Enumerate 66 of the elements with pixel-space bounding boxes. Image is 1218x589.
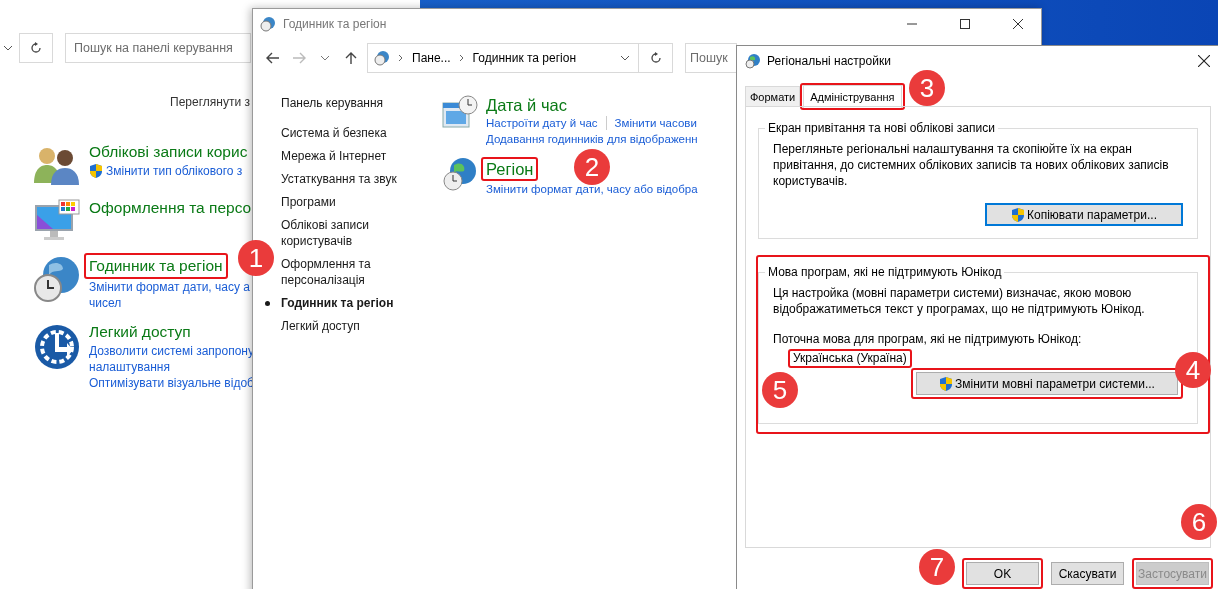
calendar-clock-icon (442, 95, 478, 129)
category-link[interactable]: Годинник та регіон (89, 255, 223, 277)
window-title: Годинник та регіон (283, 17, 387, 31)
tab[interactable]: Адміністрування (803, 85, 902, 108)
description-text: Ця настройка (мовні параметри системи) визначає, якою мовою відображатиметься текст у програмах, що не підтримують Юнікод. (773, 285, 1146, 317)
group-title: Мова програм, які не підтримують Юнікод (767, 265, 1003, 279)
search-field[interactable]: Пошук (685, 43, 737, 73)
close-icon (1198, 55, 1210, 67)
category-link[interactable]: Легкий доступ (89, 321, 254, 343)
sidebar-item[interactable]: Оформлення та персоналізація (281, 256, 442, 288)
address-bar[interactable]: Пане... Годинник та регіон (367, 43, 639, 73)
chevron-right-icon (398, 54, 404, 62)
tab[interactable]: Формати (745, 86, 801, 106)
task-link[interactable]: Додавання годинників для відображенн (486, 131, 698, 147)
chevron-right-icon (458, 54, 465, 62)
category-link[interactable]: Облікові записи корис (89, 141, 248, 163)
category-link[interactable]: Регіон (486, 159, 534, 179)
sidebar-item[interactable]: Устаткування та звук (281, 171, 442, 187)
group-title: Екран привітання та нові облікові записи (767, 121, 996, 135)
up-arrow-icon (344, 52, 358, 64)
close-icon (1013, 19, 1023, 29)
category-link[interactable]: Оформлення та персо (89, 197, 252, 219)
breadcrumb-item[interactable]: Годинник та регіон (472, 51, 577, 65)
task-link[interactable]: чисел (89, 295, 122, 311)
bullet-icon (265, 301, 270, 306)
sidebar-item[interactable]: Облікові записи користувачів (281, 217, 442, 249)
search-field[interactable]: Пошук на панелі керування (65, 33, 251, 63)
maximize-icon (960, 19, 970, 29)
task-link[interactable]: Змінити тип облікового з (106, 163, 243, 179)
settings-button[interactable]: Копіювати параметри... (985, 203, 1183, 226)
refresh-button[interactable] (19, 33, 53, 63)
task-link[interactable]: Змінити формат дати, часу а (89, 279, 250, 295)
language-value: Українська (Україна) (793, 351, 907, 366)
sidebar-item[interactable]: Годинник та регіон (281, 295, 442, 311)
task-link[interactable]: Змінити часови (614, 115, 697, 131)
refresh-icon (30, 42, 42, 54)
globe-clock-icon (33, 255, 81, 303)
globe-clock-icon (442, 157, 478, 191)
monitor-icon (33, 199, 81, 243)
accessibility-icon (33, 323, 81, 371)
description-text: Поточна мова для програм, які не підтримують Юнікод: (773, 331, 1083, 347)
task-link[interactable]: Дозволити системі запропону (89, 343, 254, 359)
breadcrumb-item[interactable]: Пане... (412, 51, 451, 65)
description-text: Перегляньте регіональні налаштування та скопіюйте їх на екран привітання, до системних облікових записів та нових облікових записів користувачів. (773, 141, 1170, 189)
sidebar-item[interactable]: Мережа й Інтернет (281, 148, 442, 164)
cancel-button[interactable]: Скасувати (1051, 562, 1124, 585)
sidebar-item[interactable]: Система й безпека (281, 125, 442, 141)
forward-arrow-icon (292, 52, 306, 64)
clock-globe-icon (260, 16, 276, 32)
sidebar-link[interactable]: Панель керування (281, 95, 442, 111)
refresh-icon (649, 52, 662, 64)
chevron-down-icon (3, 45, 13, 51)
sidebar-item[interactable]: Легкий доступ (281, 318, 442, 334)
task-link[interactable]: налаштування (89, 359, 170, 375)
refresh-button[interactable] (639, 43, 673, 73)
ok-button[interactable]: OK (966, 562, 1039, 585)
view-by-label: Переглянути з (170, 95, 250, 109)
back-arrow-icon (266, 52, 280, 64)
chevron-down-icon (620, 55, 630, 61)
clock-globe-icon (374, 50, 390, 66)
sidebar-item[interactable]: Програми (281, 194, 442, 210)
globe-icon (745, 53, 761, 69)
settings-button[interactable]: Змінити мовні параметри системи... (916, 372, 1178, 395)
task-link[interactable]: Настроїти дату й час (486, 115, 598, 131)
category-link[interactable]: Дата й час (486, 95, 698, 115)
dialog-title: Регіональні настройки (767, 54, 891, 68)
